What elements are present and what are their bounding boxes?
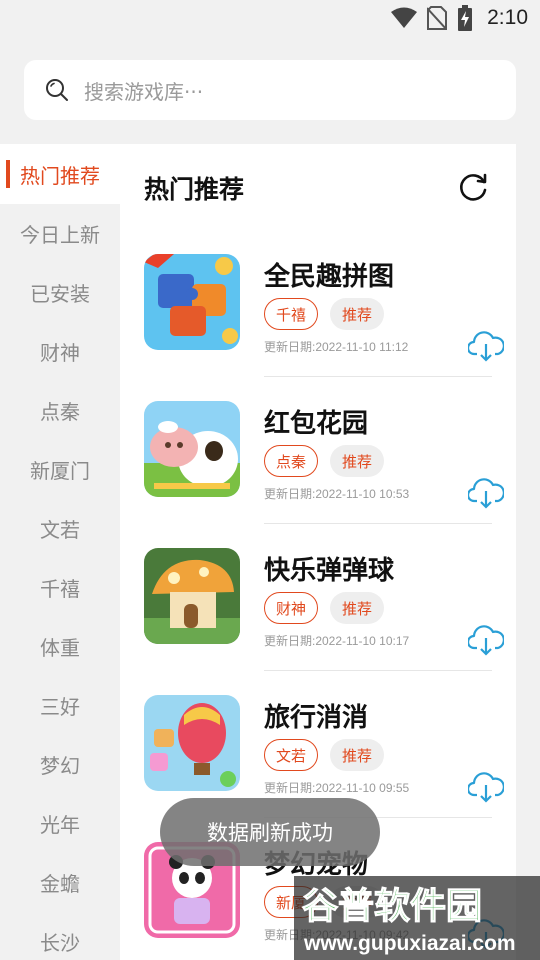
no-sim-icon — [427, 6, 448, 30]
game-tag-recommend[interactable]: 推荐 — [330, 739, 384, 771]
game-item[interactable]: 红包花园 点秦 推荐 更新日期:2022-11-10 10:53 — [144, 401, 504, 548]
svg-text:www.gupuxiazai.com: www.gupuxiazai.com — [303, 932, 516, 955]
status-time: 2:10 — [487, 6, 528, 29]
game-name: 全民趣拼图 — [264, 262, 395, 292]
refresh-icon[interactable] — [456, 170, 490, 204]
game-tag-recommend[interactable]: 推荐 — [330, 592, 384, 624]
game-update-date: 更新日期:2022-11-10 10:17 — [264, 634, 410, 648]
divider — [264, 523, 492, 524]
sidebar-item-caishen[interactable]: 财神 — [0, 322, 120, 381]
game-tag-recommend[interactable]: 推荐 — [330, 445, 384, 477]
game-item[interactable]: 全民趣拼图 千禧 推荐 更新日期:2022-11-10 11:12 — [144, 254, 504, 401]
game-update-date: 更新日期:2022-11-10 11:12 — [264, 340, 409, 354]
category-sidebar: 热门推荐 今日上新 已安装 财神 点秦 新厦门 文若 千禧 体重 三好 梦幻 光… — [0, 144, 120, 960]
cloud-download-icon[interactable] — [468, 622, 504, 656]
game-tag-category[interactable]: 文若 — [264, 739, 318, 771]
search-box[interactable]: 搜索游戏库··· — [24, 60, 516, 120]
sidebar-item-jinchan[interactable]: 金蟾 — [0, 853, 120, 912]
game-icon-hot-air-balloon — [144, 695, 240, 791]
sidebar-item-installed[interactable]: 已安装 — [0, 263, 120, 322]
sidebar-item-menghuan[interactable]: 梦幻 — [0, 735, 120, 794]
game-update-date: 更新日期:2022-11-10 10:53 — [264, 487, 410, 501]
game-name: 旅行消消 — [264, 703, 369, 733]
game-tag-category[interactable]: 点秦 — [264, 445, 318, 477]
game-icon-puzzle — [144, 254, 240, 350]
game-name: 快乐弹弹球 — [264, 556, 395, 586]
game-item[interactable]: 快乐弹弹球 财神 推荐 更新日期:2022-11-10 10:17 — [144, 548, 504, 695]
game-update-date: 更新日期:2022-11-10 09:55 — [264, 781, 410, 795]
toast-message: 数据刷新成功 — [160, 798, 380, 866]
sidebar-item-qianxi[interactable]: 千禧 — [0, 558, 120, 617]
game-tag-category[interactable]: 财神 — [264, 592, 318, 624]
watermark-logo: 谷普软件园 www.gupuxiazai.com — [294, 876, 540, 960]
cloud-download-icon[interactable] — [468, 769, 504, 803]
status-icons: 2:10 — [391, 4, 528, 32]
game-tag-category[interactable]: 千禧 — [264, 298, 318, 330]
sidebar-item-tizhong[interactable]: 体重 — [0, 617, 120, 676]
section-title: 热门推荐 — [144, 175, 245, 204]
divider — [264, 376, 492, 377]
divider — [264, 670, 492, 671]
sidebar-item-xinxiamen[interactable]: 新厦门 — [0, 440, 120, 499]
sidebar-item-changsha[interactable]: 长沙 — [0, 912, 120, 960]
search-icon — [46, 79, 68, 101]
sidebar-item-hot[interactable]: 热门推荐 — [0, 144, 120, 204]
game-name: 红包花园 — [264, 409, 369, 439]
game-icon-mushroom-house — [144, 548, 240, 644]
svg-text:谷普软件园: 谷普软件园 — [302, 886, 482, 927]
sidebar-item-wenruo[interactable]: 文若 — [0, 499, 120, 558]
search-placeholder: 搜索游戏库··· — [84, 79, 204, 104]
sidebar-item-guangnian[interactable]: 光年 — [0, 794, 120, 853]
sidebar-item-sanhao[interactable]: 三好 — [0, 676, 120, 735]
wifi-icon — [391, 7, 418, 28]
game-tag-recommend[interactable]: 推荐 — [330, 298, 384, 330]
status-bar: 2:10 — [0, 0, 540, 36]
sidebar-item-new-today[interactable]: 今日上新 — [0, 204, 120, 263]
game-icon-cow — [144, 401, 240, 497]
cloud-download-icon[interactable] — [468, 475, 504, 509]
cloud-download-icon[interactable] — [468, 328, 504, 362]
sidebar-item-dianqin[interactable]: 点秦 — [0, 381, 120, 440]
battery-charging-icon — [458, 5, 473, 31]
